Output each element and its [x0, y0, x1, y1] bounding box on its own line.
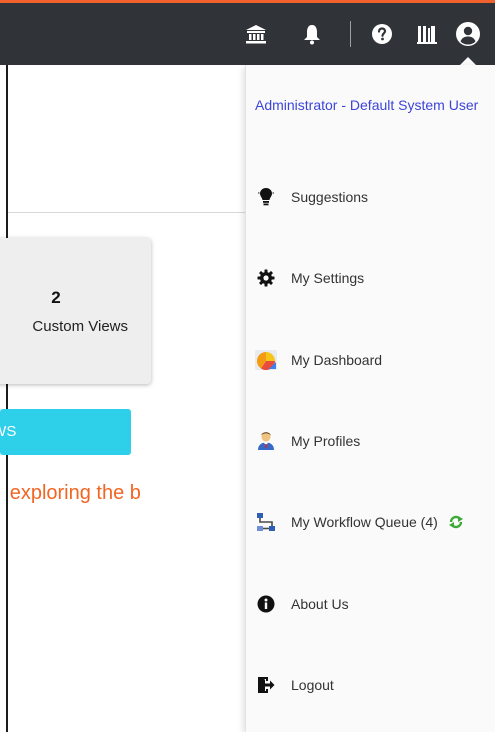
- user-dropdown-menu: Administrator - Default System User Sugg…: [245, 65, 495, 732]
- toolbar-separator: [350, 21, 351, 47]
- refresh-icon[interactable]: [448, 514, 464, 530]
- views-button-label: Views: [0, 423, 17, 440]
- info-icon: [255, 593, 277, 615]
- dashboard-icon: [255, 349, 277, 371]
- section-divider: [8, 212, 248, 213]
- menu-label: My Workflow Queue (4): [291, 514, 438, 530]
- menu-item-my-profiles[interactable]: My Profiles: [246, 421, 495, 461]
- explore-prompt-text: Begin exploring the b: [8, 482, 141, 504]
- explore-prompt: Begin exploring the b: [8, 482, 246, 505]
- person-icon: [255, 430, 277, 452]
- menu-item-logout[interactable]: Logout: [246, 665, 495, 705]
- menu-label: Suggestions: [291, 189, 369, 205]
- library-icon[interactable]: [414, 21, 440, 47]
- custom-views-card[interactable]: 2 Custom Views: [0, 238, 151, 384]
- help-icon[interactable]: [369, 21, 395, 47]
- menu-item-my-dashboard[interactable]: My Dashboard: [246, 340, 495, 380]
- menu-label: Logout: [291, 677, 334, 693]
- user-circle-icon[interactable]: [455, 21, 481, 47]
- lightbulb-icon: [255, 186, 277, 208]
- custom-views-count: 2: [51, 288, 61, 307]
- menu-item-about-us[interactable]: About Us: [246, 584, 495, 624]
- logout-icon: [255, 674, 277, 696]
- workflow-icon: [255, 511, 277, 533]
- content-left-border: [6, 65, 8, 732]
- custom-views-label: Custom Views: [32, 318, 128, 335]
- user-name[interactable]: Administrator - Default System User: [255, 95, 493, 116]
- menu-item-suggestions[interactable]: Suggestions: [246, 177, 495, 217]
- gear-icon: [255, 267, 277, 289]
- menu-label: My Settings: [291, 270, 365, 286]
- top-navbar: [0, 3, 495, 65]
- menu-item-my-settings[interactable]: My Settings: [246, 258, 495, 298]
- bell-icon[interactable]: [299, 21, 325, 47]
- menu-label: My Dashboard: [291, 352, 383, 368]
- menu-label: My Profiles: [291, 433, 361, 449]
- bank-icon[interactable]: [243, 21, 269, 47]
- menu-item-my-workflow-queue[interactable]: My Workflow Queue (4): [246, 502, 495, 542]
- views-button[interactable]: Views: [0, 409, 131, 455]
- menu-label: About Us: [291, 596, 349, 612]
